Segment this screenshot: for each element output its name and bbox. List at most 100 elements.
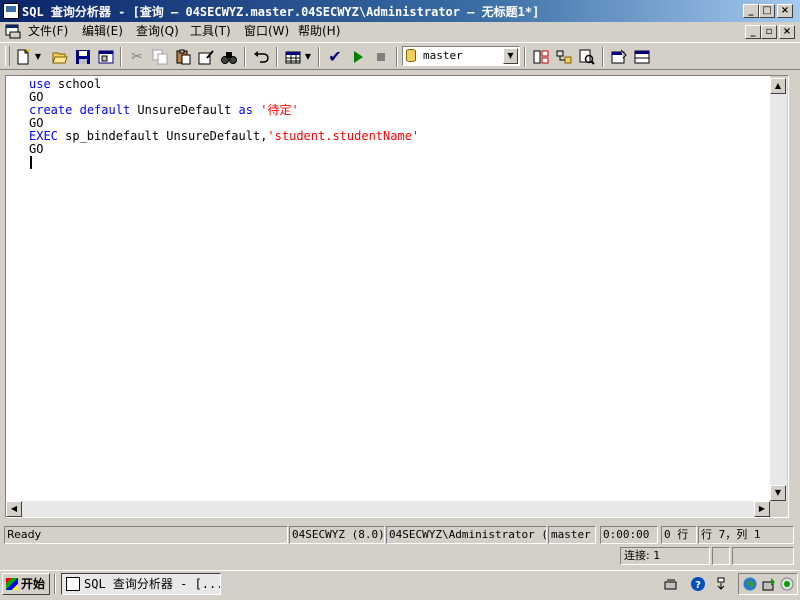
chevron-down-icon[interactable]: ▼ <box>503 48 518 64</box>
vertical-scrollbar[interactable]: ▲ ▼ <box>770 78 787 501</box>
open-icon[interactable] <box>49 46 71 68</box>
copy-icon[interactable] <box>149 46 171 68</box>
toolbar-separator <box>244 47 246 67</box>
scroll-up-button[interactable]: ▲ <box>770 78 786 94</box>
scroll-left-button[interactable]: ◀ <box>6 501 22 517</box>
mdi-minimize-button[interactable]: _ <box>745 25 761 39</box>
code-line[interactable]: use school <box>29 78 419 91</box>
mdi-close-button[interactable]: × <box>779 25 795 39</box>
globe-icon[interactable] <box>742 576 758 592</box>
results-mode-dropdown-icon[interactable]: ▼ <box>303 46 313 68</box>
help-icon[interactable]: ? <box>690 576 706 592</box>
minimize-button[interactable]: _ <box>743 4 759 18</box>
sql-string: 'student.studentName' <box>267 129 420 143</box>
scrollbar-corner <box>770 501 787 517</box>
status-rows: 0 行 <box>661 526 697 544</box>
status-spacer <box>4 547 618 565</box>
svg-text:?: ? <box>695 580 701 591</box>
sql-server-service-icon[interactable] <box>761 576 777 592</box>
sql-keyword: as <box>238 103 253 117</box>
query-analyzer-app-icon <box>66 577 80 591</box>
code-line[interactable]: EXEC sp_bindefault UnsureDefault,'studen… <box>29 130 419 143</box>
sql-text: GO <box>29 142 44 156</box>
new-query-dropdown-icon[interactable]: ▼ <box>33 46 43 68</box>
status-connections: 连接: 1 <box>620 547 710 565</box>
status-server: 04SECWYZ (8.0) <box>289 526 385 544</box>
start-label: 开始 <box>21 577 46 591</box>
cut-icon[interactable]: ✂ <box>126 46 148 68</box>
query-analyzer-app-icon[interactable] <box>3 3 19 19</box>
menu-window[interactable]: 窗口(W) <box>244 24 289 39</box>
status-ready: Ready <box>4 526 288 544</box>
sql-text: GO <box>29 90 44 104</box>
undo-icon[interactable] <box>250 46 272 68</box>
sql-text: school <box>50 77 102 91</box>
menu-tools[interactable]: 工具(T) <box>190 24 231 39</box>
status-elapsed: 0:00:00 <box>600 526 658 544</box>
taskbar-app-button[interactable]: SQL 查询分析器 - [... <box>61 573 221 595</box>
clear-icon[interactable] <box>195 46 217 68</box>
sql-text: GO <box>29 116 44 130</box>
windows-flag-icon <box>6 578 18 590</box>
status-user: 04SECWYZ\Administrator (51 <box>386 526 547 544</box>
toolbar-separator <box>276 47 278 67</box>
show-results-pane-icon[interactable] <box>631 46 653 68</box>
status-position: 行 7，列 1 <box>698 526 794 544</box>
results-grid-icon[interactable] <box>282 46 304 68</box>
toolbar-grip[interactable] <box>5 46 10 66</box>
code-line[interactable]: create default UnsureDefault as '待定' <box>29 104 419 117</box>
toolbar-separator <box>524 47 526 67</box>
execute-icon[interactable] <box>347 46 369 68</box>
volume-icon[interactable] <box>779 576 795 592</box>
paste-icon[interactable] <box>172 46 194 68</box>
sql-text: UnsureDefault <box>130 103 239 117</box>
database-select[interactable]: master ▼ <box>402 46 520 66</box>
text-caret <box>30 156 32 169</box>
sql-keyword: EXEC <box>29 129 58 143</box>
sql-code[interactable]: use school GO create default UnsureDefault… <box>29 78 419 156</box>
menu-bar: 文件(F) 编辑(E) 查询(Q) 工具(T) 窗口(W) 帮助(H) _ ▫ … <box>0 22 800 41</box>
sql-keyword: create <box>29 103 73 117</box>
toolbar: ▼ ✂ ▼ ✔ <box>0 42 800 70</box>
toolbar-separator <box>120 47 122 67</box>
maximize-button[interactable]: □ <box>759 4 775 18</box>
editor-gutter <box>6 76 28 501</box>
object-search-icon[interactable] <box>553 46 575 68</box>
database-icon <box>406 49 416 62</box>
menu-file[interactable]: 文件(F) <box>28 24 68 39</box>
stop-icon[interactable] <box>370 46 392 68</box>
code-line[interactable]: GO <box>29 143 419 156</box>
scroll-down-button[interactable]: ▼ <box>770 485 786 501</box>
mdi-restore-button[interactable]: ▫ <box>761 25 777 39</box>
start-button[interactable]: 开始 <box>2 573 50 595</box>
document-window-icon[interactable] <box>5 24 21 39</box>
toolbar-separator <box>602 47 604 67</box>
find-icon[interactable] <box>218 46 240 68</box>
window-title: SQL 查询分析器 - [查询 — 04SECWYZ.master.04SECW… <box>22 5 540 19</box>
scroll-right-button[interactable]: ▶ <box>754 501 770 517</box>
new-query-icon[interactable] <box>12 46 34 68</box>
close-button[interactable]: × <box>777 4 793 18</box>
options-icon[interactable] <box>608 46 630 68</box>
menu-edit[interactable]: 编辑(E) <box>82 24 123 39</box>
object-browser-icon[interactable] <box>530 46 552 68</box>
horizontal-scrollbar[interactable]: ◀ ▶ <box>6 501 770 517</box>
title-bar: SQL 查询分析器 - [查询 — 04SECWYZ.master.04SECW… <box>0 0 800 22</box>
tray-arrow-icon[interactable] <box>713 576 729 592</box>
sql-string: '待定' <box>260 103 299 117</box>
toolbar-separator <box>318 47 320 67</box>
menu-query[interactable]: 查询(Q) <box>136 24 179 39</box>
toolbar-separator <box>396 47 398 67</box>
insert-template-icon[interactable] <box>95 46 117 68</box>
taskbar-app-label: SQL 查询分析器 - [... <box>84 577 221 591</box>
network-icon[interactable] <box>663 576 679 592</box>
menu-help[interactable]: 帮助(H) <box>298 24 340 39</box>
status-panel-empty <box>732 547 794 565</box>
save-icon[interactable] <box>72 46 94 68</box>
estimated-plan-icon[interactable] <box>576 46 598 68</box>
sql-keyword: default <box>79 103 131 117</box>
status-database: master <box>548 526 596 544</box>
parse-icon[interactable]: ✔ <box>324 46 346 68</box>
sql-keyword: use <box>29 77 51 91</box>
